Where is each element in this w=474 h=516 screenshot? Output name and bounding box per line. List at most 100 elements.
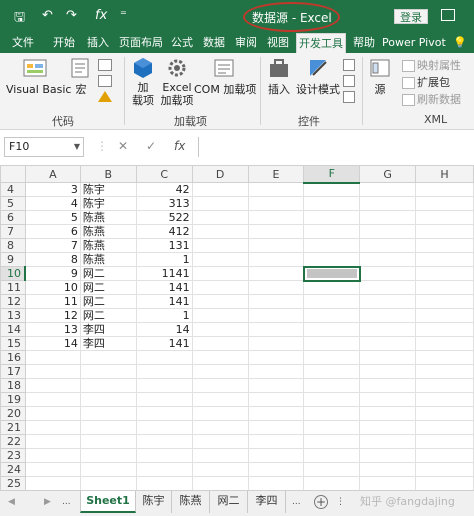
cell[interactable] (191, 266, 249, 281)
cell[interactable] (79, 476, 137, 490)
cell[interactable]: 42 (135, 182, 193, 197)
cell[interactable]: 网二 (79, 294, 137, 309)
cell[interactable]: 李四 (79, 322, 137, 337)
cell[interactable] (415, 252, 474, 267)
name-box[interactable]: F10 ▼ (4, 137, 84, 157)
cell[interactable] (415, 238, 474, 253)
save-icon[interactable]: 🖫 (14, 8, 25, 30)
cell[interactable]: 141 (135, 336, 193, 351)
cell[interactable] (359, 378, 417, 393)
cell[interactable] (191, 336, 249, 351)
cell[interactable] (415, 406, 474, 421)
column-header-d[interactable]: D (191, 165, 249, 183)
cell[interactable] (303, 364, 361, 379)
cell[interactable] (303, 392, 361, 407)
cell[interactable] (359, 308, 417, 323)
cell[interactable] (247, 210, 305, 225)
cell[interactable] (303, 350, 361, 365)
tab-file[interactable]: 文件 (8, 33, 38, 53)
visual-basic-button[interactable]: Visual Basic (6, 57, 71, 103)
cell[interactable] (24, 434, 81, 449)
row-header[interactable]: 7 (0, 224, 26, 239)
sheet-tab-lisi[interactable]: 李四 (248, 491, 286, 513)
cell[interactable] (359, 266, 417, 281)
cell[interactable] (303, 238, 361, 253)
cell[interactable] (359, 280, 417, 295)
cell[interactable] (247, 280, 305, 295)
properties-icon[interactable] (343, 59, 355, 71)
cell[interactable] (79, 406, 137, 421)
design-mode-button[interactable]: 设计模式 (296, 57, 340, 103)
cell[interactable] (303, 462, 361, 477)
tab-home[interactable]: 开始 (50, 33, 78, 53)
cell[interactable] (247, 392, 305, 407)
next-sheet-icon[interactable]: ▶ (44, 497, 51, 507)
addins-button[interactable]: 加 载项 (128, 57, 158, 109)
cell[interactable] (303, 308, 361, 323)
cell[interactable] (79, 378, 137, 393)
column-header-e[interactable]: E (247, 165, 305, 183)
cell[interactable] (24, 406, 81, 421)
cell[interactable] (415, 434, 474, 449)
cell[interactable] (303, 224, 361, 239)
cell[interactable] (135, 476, 193, 490)
cell[interactable] (303, 476, 361, 490)
cell[interactable]: 网二 (79, 280, 137, 295)
row-header[interactable]: 19 (0, 392, 26, 407)
cell[interactable] (79, 434, 137, 449)
cell[interactable] (191, 406, 249, 421)
cell[interactable] (415, 294, 474, 309)
cell[interactable] (247, 476, 305, 490)
cell[interactable] (415, 392, 474, 407)
cell[interactable]: 陈宇 (79, 196, 137, 211)
row-header[interactable]: 17 (0, 364, 26, 379)
cell[interactable]: 4 (24, 196, 81, 211)
cell[interactable]: 5 (24, 210, 81, 225)
cell[interactable] (415, 266, 474, 281)
cell[interactable] (191, 280, 249, 295)
cell[interactable] (247, 294, 305, 309)
cell[interactable] (191, 448, 249, 463)
more-sheets-right-icon[interactable]: ... (292, 497, 301, 507)
map-properties-button[interactable]: 映射属性 (402, 58, 461, 74)
cell[interactable] (191, 238, 249, 253)
cell[interactable] (191, 434, 249, 449)
sheet-tab-sheet1[interactable]: Sheet1 (80, 491, 136, 513)
row-header[interactable]: 12 (0, 294, 26, 309)
row-header[interactable]: 9 (0, 252, 26, 267)
cell[interactable] (247, 336, 305, 351)
cell[interactable] (191, 224, 249, 239)
run-dialog-icon[interactable] (343, 91, 355, 103)
cell[interactable]: 1141 (135, 266, 193, 281)
row-header[interactable]: 14 (0, 322, 26, 337)
ribbon-display-options-icon[interactable] (441, 9, 455, 21)
cell[interactable]: 522 (135, 210, 193, 225)
redo-icon[interactable]: ↷ (66, 8, 77, 23)
cell[interactable]: 6 (24, 224, 81, 239)
cell[interactable] (303, 420, 361, 435)
cell[interactable] (303, 196, 361, 211)
cell[interactable] (247, 434, 305, 449)
cell[interactable] (303, 406, 361, 421)
cell[interactable] (191, 308, 249, 323)
cell[interactable] (415, 378, 474, 393)
cell[interactable] (247, 322, 305, 337)
cell[interactable] (415, 308, 474, 323)
cell[interactable] (247, 238, 305, 253)
row-header[interactable]: 5 (0, 196, 26, 211)
sheet-tab-chenyu[interactable]: 陈宇 (136, 491, 172, 513)
cell[interactable] (359, 238, 417, 253)
insert-function-icon[interactable]: fx (174, 139, 185, 153)
cell[interactable]: 1 (135, 252, 193, 267)
cell[interactable]: 141 (135, 294, 193, 309)
column-header-b[interactable]: B (79, 165, 137, 183)
column-header-f[interactable]: F (303, 165, 361, 184)
tab-power-pivot[interactable]: Power Pivot (382, 33, 446, 53)
row-header[interactable]: 11 (0, 280, 26, 295)
cell[interactable] (24, 364, 81, 379)
cell[interactable] (191, 252, 249, 267)
cell[interactable] (415, 364, 474, 379)
view-code-icon[interactable] (343, 75, 355, 87)
cell[interactable] (303, 294, 361, 309)
cell[interactable] (24, 448, 81, 463)
